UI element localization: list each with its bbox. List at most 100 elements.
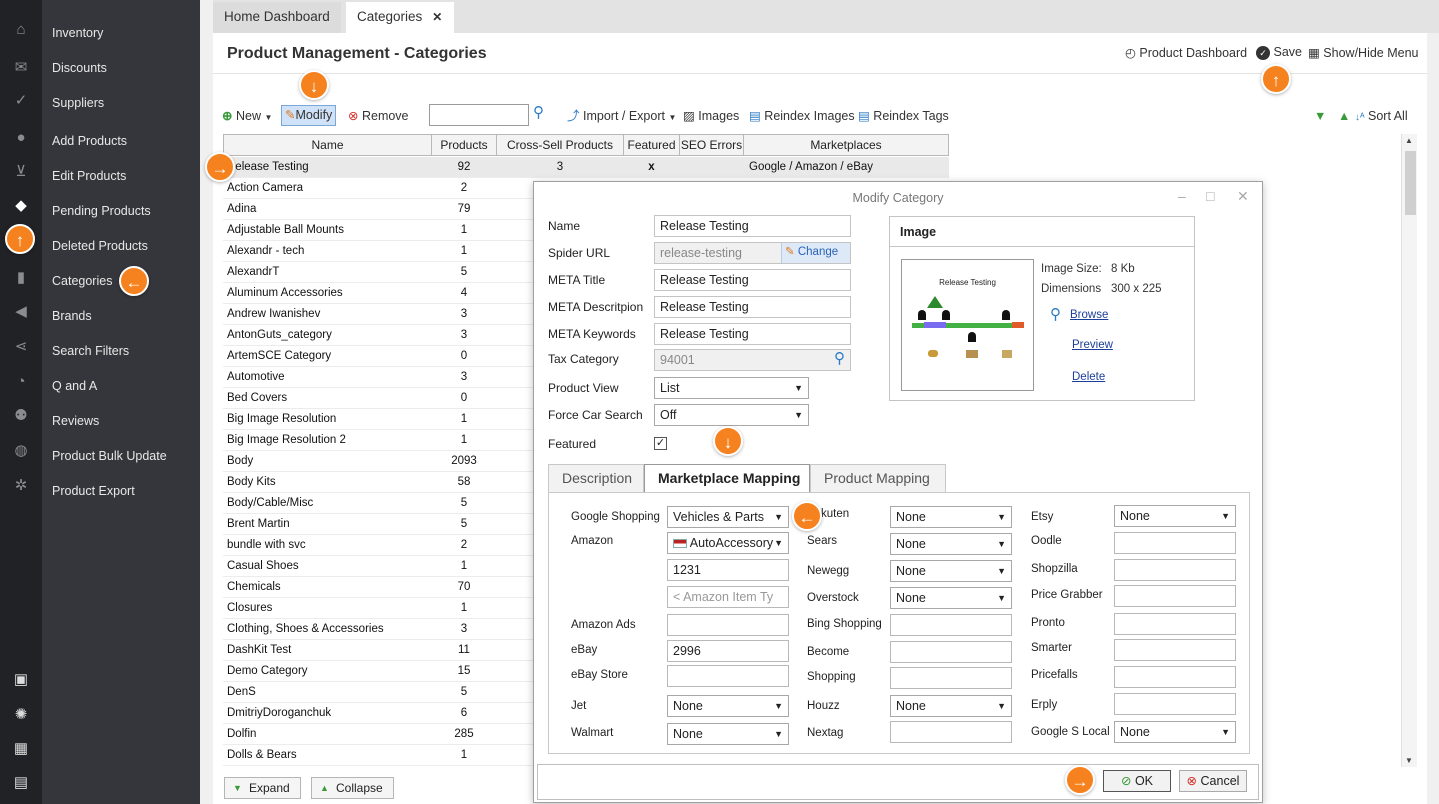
scrollbar-thumb[interactable] [1405, 151, 1416, 215]
amazon-id-field[interactable]: 1231 [667, 559, 789, 581]
new-button[interactable]: ⊕ New ▼ [222, 107, 272, 127]
close-icon[interactable]: ✕ [432, 2, 442, 32]
featured-checkbox[interactable]: ✓ [654, 437, 667, 450]
pie-chart-icon[interactable]: ◔ [0, 372, 42, 392]
shopzilla-field[interactable] [1114, 559, 1236, 581]
show-hide-menu-button[interactable]: ▦ Show/Hide Menu [1308, 45, 1419, 60]
maximize-icon[interactable]: □ [1206, 188, 1214, 204]
search-icon[interactable]: ⚲ [533, 104, 544, 124]
calculator-icon[interactable]: ▦ [0, 739, 42, 759]
import-export-button[interactable]: ⤴ Import / Export ▼ [567, 107, 676, 127]
tab-marketplace-mapping[interactable]: Marketplace Mapping [644, 464, 810, 493]
collapse-button[interactable]: ▲ Collapse [311, 777, 394, 799]
amazon-ads-field[interactable] [667, 614, 789, 636]
calendar-icon[interactable]: ▤ [0, 773, 42, 793]
jet-select[interactable]: None ▼ [667, 695, 789, 717]
delete-link[interactable]: Delete [1072, 371, 1105, 383]
tax-category-field[interactable]: 94001 ⚲ [654, 349, 851, 371]
reindex-tags-button[interactable]: ▤ Reindex Tags [858, 107, 949, 127]
grid-scrollbar[interactable]: ▲ ▼ [1401, 134, 1417, 767]
scroll-up-icon[interactable]: ▲ [1405, 136, 1413, 145]
sidebar-item-brands[interactable]: Brands [52, 309, 92, 323]
tab-product-mapping[interactable]: Product Mapping [810, 464, 946, 492]
ok-button[interactable]: ⊘ OK [1103, 770, 1171, 792]
overstock-select[interactable]: None ▼ [890, 587, 1012, 609]
sidebar-item-inventory[interactable]: Inventory [52, 26, 103, 40]
tab-home-dashboard[interactable]: Home Dashboard [213, 2, 341, 33]
smarter-field[interactable] [1114, 639, 1236, 661]
cart-icon[interactable]: ⊻ [0, 162, 42, 182]
group-icon[interactable]: ⚉ [0, 406, 42, 426]
sidebar-item-search-filters[interactable]: Search Filters [52, 344, 129, 358]
sidebar-item-discounts[interactable]: Discounts [52, 61, 107, 75]
rakuten-select[interactable]: None ▼ [890, 506, 1012, 528]
sidebar-item-suppliers[interactable]: Suppliers [52, 96, 104, 110]
pronto-field[interactable] [1114, 613, 1236, 635]
browse-link[interactable]: Browse [1070, 309, 1108, 321]
table-row[interactable]: Release Testing 92 3 x Google / Amazon / eBa… [223, 157, 949, 178]
sidebar-item-add-products[interactable]: Add Products [52, 134, 127, 148]
sidebar-item-reviews[interactable]: Reviews [52, 414, 99, 428]
preview-link[interactable]: Preview [1072, 339, 1113, 351]
cancel-button[interactable]: ⊗ Cancel [1179, 770, 1247, 792]
amazon-select[interactable]: AutoAccessory ▼ [667, 532, 789, 554]
shopping-field[interactable] [890, 667, 1012, 689]
column-header-cross-sell[interactable]: Cross-Sell Products [496, 134, 624, 156]
change-button[interactable]: ✎ Change [781, 243, 850, 263]
column-header-marketplaces[interactable]: Marketplaces [743, 134, 949, 156]
sidebar-item-product-export[interactable]: Product Export [52, 484, 135, 498]
nextag-field[interactable] [890, 721, 1012, 743]
erply-field[interactable] [1114, 693, 1236, 715]
google-shopping-select[interactable]: Vehicles & Parts ▼ [667, 506, 789, 528]
modify-button[interactable]: ✎Modify [281, 105, 337, 126]
pricefalls-field[interactable] [1114, 666, 1236, 688]
sidebar-item-edit-products[interactable]: Edit Products [52, 169, 126, 183]
meta-description-field[interactable]: Release Testing [654, 296, 851, 318]
sort-all-button[interactable]: ↓ᴬ Sort All [1355, 107, 1408, 127]
sears-select[interactable]: None ▼ [890, 533, 1012, 555]
bing-shopping-field[interactable] [890, 614, 1012, 636]
move-up-icon[interactable]: ▲ [1338, 107, 1350, 127]
sidebar-item-product-bulk-update[interactable]: Product Bulk Update [52, 449, 167, 463]
megaphone-icon[interactable]: ◀ [0, 302, 42, 322]
sidebar-item-pending-products[interactable]: Pending Products [52, 204, 151, 218]
name-field[interactable]: Release Testing [654, 215, 851, 237]
tab-categories[interactable]: Categories ✕ [346, 2, 455, 33]
tab-description[interactable]: Description [548, 464, 644, 492]
dashboard-icon[interactable]: ▣ [0, 670, 42, 690]
images-button[interactable]: ▨ Images [683, 107, 739, 127]
walmart-select[interactable]: None ▼ [667, 723, 789, 745]
newegg-select[interactable]: None ▼ [890, 560, 1012, 582]
lightbulb-icon[interactable]: ✺ [0, 705, 42, 725]
share-icon[interactable]: ⋖ [0, 337, 42, 357]
sidebar-item-categories[interactable]: Categories [52, 274, 112, 288]
column-header-products[interactable]: Products [431, 134, 497, 156]
force-car-search-select[interactable]: Off ▼ [654, 404, 809, 426]
amazon-item-type-field[interactable]: < Amazon Item Ty [667, 586, 789, 608]
product-view-select[interactable]: List ▼ [654, 377, 809, 399]
save-button[interactable]: ✓ Save [1256, 45, 1302, 60]
sidebar-item-q-and-a[interactable]: Q and A [52, 379, 97, 393]
move-down-icon[interactable]: ▼ [1314, 107, 1326, 127]
checklist-icon[interactable]: ✓ [0, 91, 42, 111]
search-icon[interactable]: ⚲ [834, 350, 845, 369]
spider-url-field[interactable]: release-testing ✎ Change [654, 242, 851, 264]
sidebar-item-deleted-products[interactable]: Deleted Products [52, 239, 148, 253]
globe-icon[interactable]: ◍ [0, 441, 42, 461]
user-icon[interactable]: ● [0, 128, 42, 148]
reindex-images-button[interactable]: ▤ Reindex Images [749, 107, 855, 127]
ebay-field[interactable]: 2996 [667, 640, 789, 662]
oodle-field[interactable] [1114, 532, 1236, 554]
column-header-seo-errors[interactable]: SEO Errors [679, 134, 744, 156]
scroll-down-icon[interactable]: ▼ [1405, 756, 1413, 765]
mail-icon[interactable]: ✉ [0, 58, 42, 78]
ebay-store-field[interactable] [667, 665, 789, 687]
become-field[interactable] [890, 641, 1012, 663]
expand-button[interactable]: ▼ Expand [224, 777, 301, 799]
gear-search-icon[interactable]: ✲ [0, 476, 42, 496]
product-dashboard-button[interactable]: ◴ Product Dashboard [1125, 45, 1247, 60]
toolbar-search-input[interactable] [429, 104, 529, 126]
minimize-icon[interactable]: – [1178, 188, 1186, 204]
google-shopping-local-select[interactable]: None ▼ [1114, 721, 1236, 743]
tag-icon[interactable]: ◆ [0, 196, 42, 216]
